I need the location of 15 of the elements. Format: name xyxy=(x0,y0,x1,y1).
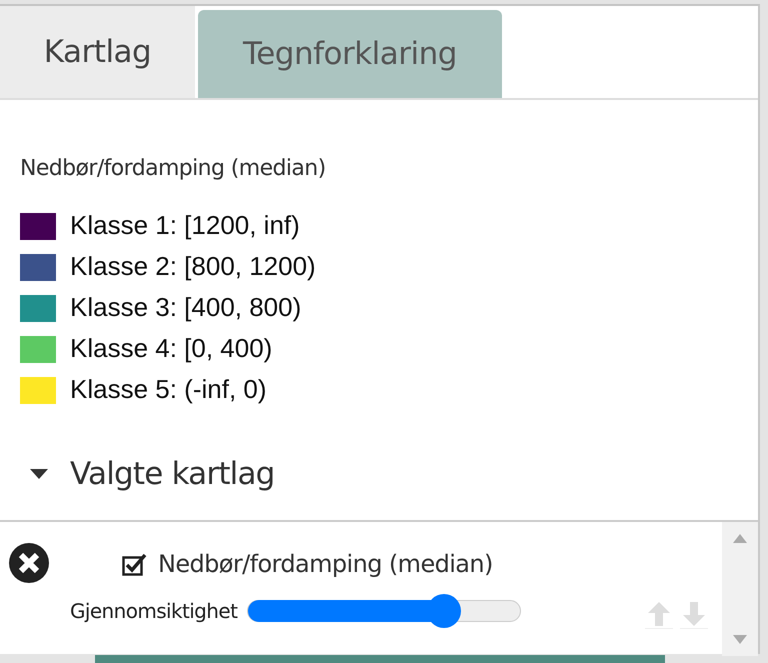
legend-label: Klasse 2: [800, 1200) xyxy=(70,253,316,279)
legend-label: Klasse 3: [400, 800) xyxy=(70,294,302,320)
opacity-label: Gjennomsiktighet xyxy=(70,598,238,625)
legend-label: Klasse 5: (-inf, 0) xyxy=(70,376,267,402)
section-heading: Valgte kartlag xyxy=(70,454,275,494)
tab[interactable]: Tegnforklaring xyxy=(198,10,502,98)
legend-label: Klasse 1: [1200, inf) xyxy=(70,212,300,238)
caret-icon[interactable] xyxy=(30,468,48,480)
layer-name: Nedbør/fordamping (median) xyxy=(158,549,493,580)
legend-label: Klasse 4: [0, 400) xyxy=(70,335,272,361)
opacity-slider[interactable] xyxy=(247,594,522,628)
remove-layer-button[interactable] xyxy=(8,542,50,584)
checkbox[interactable] xyxy=(122,552,148,576)
legend-title: Nedbør/fordamping (median) xyxy=(20,155,327,183)
tab[interactable]: Kartlag xyxy=(0,6,195,98)
